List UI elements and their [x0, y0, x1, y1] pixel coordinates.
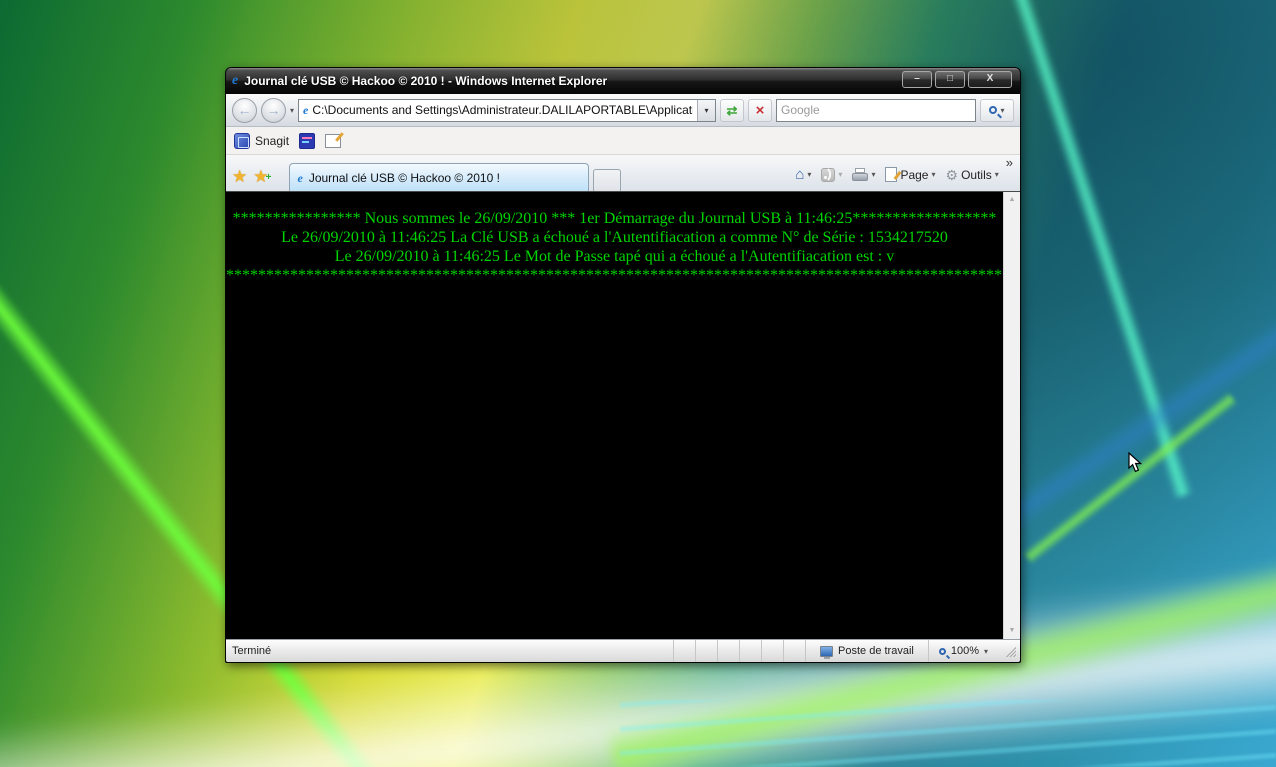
gear-icon: ⚙ — [946, 168, 959, 182]
address-dropdown-icon[interactable]: ▾ — [697, 100, 715, 121]
my-computer-icon — [820, 646, 833, 657]
ie-window: e Journal clé USB © Hackoo © 2010 ! - Wi… — [225, 67, 1021, 663]
zoom-level: 100% — [951, 645, 979, 657]
security-zone: Poste de travail — [805, 640, 928, 662]
add-plus-icon: + — [266, 169, 272, 186]
search-options-dropdown-icon[interactable]: ▾ — [1000, 106, 1004, 115]
add-favorite-icon[interactable]: ★+ — [253, 168, 268, 185]
tab-bar: ★ ★+ e Journal clé USB © Hackoo © 2010 !… — [226, 155, 1020, 191]
security-zone-label: Poste de travail — [838, 645, 914, 657]
snagit-edit-icon[interactable] — [325, 134, 341, 148]
aurora-blue-ribbon — [990, 254, 1276, 539]
status-text: Terminé — [230, 645, 271, 657]
journal-log-text: **************** Nous sommes le 26/09/20… — [226, 192, 1003, 639]
zoom-magnifier-icon — [939, 648, 946, 655]
page-dropdown-icon[interactable]: ▾ — [931, 170, 935, 179]
print-dropdown-icon[interactable]: ▾ — [871, 170, 875, 179]
refresh-icon: ⇄ — [727, 103, 738, 118]
search-box[interactable] — [776, 99, 976, 122]
tab-favicon: e — [298, 171, 303, 185]
zoom-dropdown-icon[interactable]: ▾ — [984, 647, 988, 656]
feeds-button[interactable]: ▾ — [818, 166, 845, 184]
scroll-up-icon[interactable]: ▲ — [1004, 192, 1020, 208]
rss-feed-icon — [821, 168, 835, 182]
page-menu-label: Page — [900, 168, 928, 182]
page-icon — [885, 167, 897, 182]
toolbar-overflow-icon[interactable]: » — [1004, 155, 1016, 180]
resize-grip[interactable] — [1004, 645, 1016, 657]
snagit-profile-icon[interactable] — [299, 133, 315, 149]
home-icon: ⌂ — [795, 168, 804, 182]
status-bar: Terminé Poste de travail 100% ▾ — [226, 639, 1020, 662]
maximize-button[interactable]: □ — [935, 71, 965, 88]
snagit-capture-button[interactable]: Snagit — [234, 133, 289, 149]
command-bar: ⌂ ▾ ▾ ▾ Page ▾ ⚙ Outils — [792, 165, 1003, 191]
tools-menu-label: Outils — [961, 168, 992, 182]
aurora-green-ribbon — [1023, 392, 1238, 565]
refresh-button[interactable]: ⇄ — [720, 99, 744, 122]
stop-icon: × — [756, 102, 765, 119]
minimize-button[interactable]: – — [902, 71, 932, 88]
tab-label: Journal clé USB © Hackoo © 2010 ! — [309, 171, 500, 185]
title-bar[interactable]: e Journal clé USB © Hackoo © 2010 ! - Wi… — [226, 68, 1020, 94]
log-line: ****************************************… — [226, 266, 1003, 285]
feeds-dropdown-icon: ▾ — [838, 170, 842, 179]
home-dropdown-icon[interactable]: ▾ — [807, 170, 811, 179]
search-input[interactable] — [781, 103, 971, 117]
address-input[interactable] — [312, 101, 693, 120]
log-line: Le 26/09/2010 à 11:46:25 Le Mot de Passe… — [226, 247, 1003, 266]
address-favicon: e — [303, 103, 308, 117]
new-tab-button[interactable] — [593, 169, 621, 191]
home-button[interactable]: ⌂ ▾ — [792, 166, 814, 184]
forward-button[interactable]: → — [261, 98, 286, 123]
close-button[interactable]: X — [968, 71, 1012, 88]
desktop-wallpaper: e Journal clé USB © Hackoo © 2010 ! - Wi… — [0, 0, 1276, 767]
navigation-bar: ← → ▾ e ▾ ⇄ × ▾ — [226, 94, 1020, 127]
favorites-center-icon[interactable]: ★ — [232, 168, 247, 185]
snagit-label: Snagit — [255, 134, 289, 148]
log-line: Le 26/09/2010 à 11:46:25 La Clé USB a éc… — [226, 228, 1003, 247]
vertical-scrollbar[interactable]: ▲ ▼ — [1003, 192, 1020, 639]
address-bar[interactable]: e ▾ — [298, 99, 716, 122]
back-button[interactable]: ← — [232, 98, 257, 123]
status-separators — [673, 640, 805, 662]
history-dropdown-icon[interactable]: ▾ — [290, 106, 294, 115]
print-icon — [852, 168, 868, 181]
search-icon — [989, 106, 997, 114]
tools-menu-button[interactable]: ⚙ Outils ▾ — [943, 166, 1002, 184]
page-menu-button[interactable]: Page ▾ — [882, 165, 938, 184]
aurora-cyan-streak — [1001, 0, 1193, 499]
zoom-control[interactable]: 100% ▾ — [928, 640, 998, 662]
stop-button[interactable]: × — [748, 99, 772, 122]
mouse-cursor — [1128, 452, 1144, 474]
ie-logo-icon: e — [232, 74, 238, 88]
search-button[interactable]: ▾ — [980, 99, 1014, 122]
tools-dropdown-icon[interactable]: ▾ — [995, 170, 999, 179]
snagit-toolbar: Snagit — [226, 127, 1020, 155]
window-title: Journal clé USB © Hackoo © 2010 ! - Wind… — [244, 74, 607, 88]
aurora-cyan-bands — [620, 700, 1276, 767]
scroll-down-icon[interactable]: ▼ — [1004, 623, 1020, 639]
log-line: **************** Nous sommes le 26/09/20… — [226, 209, 1003, 228]
snagit-icon — [234, 133, 250, 149]
tab-journal-cle-usb[interactable]: e Journal clé USB © Hackoo © 2010 ! — [289, 163, 589, 191]
page-content: **************** Nous sommes le 26/09/20… — [226, 191, 1020, 639]
print-button[interactable]: ▾ — [849, 166, 878, 183]
